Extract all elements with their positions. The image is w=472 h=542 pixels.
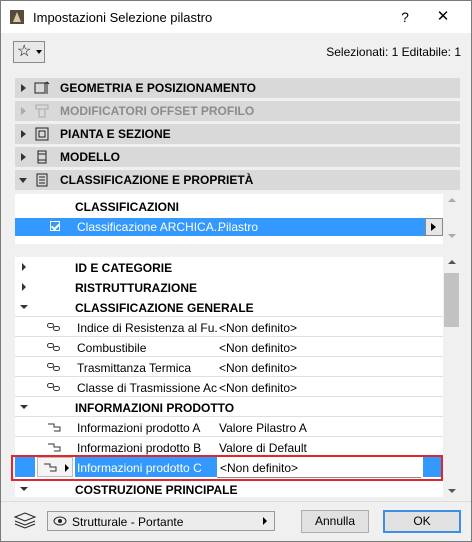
help-button[interactable]: ? [393,7,417,27]
property-row[interactable]: Indice di Resistenza al Fu... <Non defin… [15,317,443,337]
panel-classificazione[interactable]: CLASSIFICAZIONE E PROPRIETÀ [15,170,460,190]
chevron-right-icon [21,84,26,92]
link-icon [47,343,60,351]
classification-icon [34,172,50,188]
selection-info: Selezionati: 1 Editabile: 1 [326,45,461,59]
chevron-down-icon [20,487,28,491]
link-icon [47,383,60,391]
property-value: Valore di Default [219,441,307,455]
classifications-list: CLASSIFICAZIONI Classificazione ARCHICA.… [15,194,444,244]
chevron-down-icon [36,50,42,54]
chevron-right-icon [21,107,26,115]
chevron-right-icon [263,517,267,525]
panel-label: PIANTA E SEZIONE [60,127,171,141]
classification-checkbox[interactable] [50,221,60,231]
layers-icon[interactable] [13,511,37,529]
classifications-scrollbar[interactable] [443,194,460,244]
panel-label: MODIFICATORI OFFSET PROFILO [60,104,255,118]
view-option-select[interactable]: Strutturale - Portante [47,511,275,531]
property-name: Informazioni prodotto A [77,421,201,435]
property-name: Trasmittanza Termica [77,361,192,375]
group-label: CLASSIFICAZIONE GENERALE [75,301,254,315]
property-name: Informazioni prodotto B [77,441,202,455]
window-title: Impostazioni Selezione pilastro [33,10,213,25]
group-costruzione-principale[interactable]: COSTRUZIONE PRINCIPALE [15,479,443,499]
group-label: ID E CATEGORIE [75,261,173,275]
properties-scrollbar[interactable] [443,257,460,497]
chevron-right-icon [22,283,26,291]
property-name: Combustibile [77,341,147,355]
property-row[interactable]: Trasmittanza Termica <Non definito> [15,357,443,377]
cancel-button[interactable]: Annulla [301,510,369,533]
title-bar: Impostazioni Selezione pilastro ? ✕ [1,1,471,33]
column-tool-icon [10,10,24,24]
view-option-label: Strutturale - Portante [72,515,184,529]
custom-property-icon [48,423,61,432]
chevron-down-icon [20,405,28,409]
custom-property-icon [48,443,61,452]
geometry-icon [34,80,50,96]
property-name: Indice di Resistenza al Fu... [77,321,217,335]
panel-label: GEOMETRIA E POSIZIONAMENTO [60,81,257,95]
chevron-down-icon [19,178,27,183]
divider [1,501,471,502]
settings-dialog: Impostazioni Selezione pilastro ? ✕ ☆ Se… [0,0,472,542]
group-label: COSTRUZIONE PRINCIPALE [75,483,238,497]
property-row[interactable]: Informazioni prodotto B Valore di Defaul… [15,437,443,457]
highlight-frame [11,455,443,481]
property-row[interactable]: Combustibile <Non definito> [15,337,443,357]
chevron-down-icon [20,305,28,309]
ok-button[interactable]: OK [383,510,461,533]
scroll-thumb[interactable] [444,273,459,327]
classification-row[interactable]: Classificazione ARCHICA... Pilastro [15,218,443,236]
profile-offset-icon [34,103,50,119]
classifications-heading: CLASSIFICAZIONI [75,200,179,214]
link-icon [47,323,60,331]
panel-geometria[interactable]: GEOMETRIA E POSIZIONAMENTO [15,78,460,98]
panel-label: MODELLO [60,150,120,164]
group-informazioni-prodotto[interactable]: INFORMAZIONI PRODOTTO [15,397,443,417]
group-label: INFORMAZIONI PRODOTTO [75,401,235,415]
scroll-down-icon[interactable] [448,489,456,493]
model-icon [34,149,50,165]
chevron-right-icon [22,263,26,271]
property-row[interactable]: Informazioni prodotto A Valore Pilastro … [15,417,443,437]
scroll-down-icon [448,234,456,238]
classification-name: Classificazione ARCHICA... [77,220,224,234]
classification-more-button[interactable] [425,218,443,236]
group-classificazione-generale[interactable]: CLASSIFICAZIONE GENERALE [15,297,443,317]
chevron-right-icon [21,130,26,138]
star-icon: ☆ [17,43,32,60]
property-value: <Non definito> [219,321,298,335]
panel-pianta-sezione[interactable]: PIANTA E SEZIONE [15,124,460,144]
property-row[interactable]: Classe di Trasmissione Ac... <Non defini… [15,377,443,397]
link-icon [47,363,60,371]
panel-label: CLASSIFICAZIONE E PROPRIETÀ [60,173,254,187]
group-id-categorie[interactable]: ID E CATEGORIE [15,257,443,277]
property-value: <Non definito> [219,381,298,395]
scroll-up-icon [448,198,456,202]
property-value: <Non definito> [219,341,298,355]
group-label: RISTRUTTURAZIONE [75,281,197,295]
chevron-right-icon [21,153,26,161]
eye-icon [53,516,67,526]
property-value: <Non definito> [219,361,298,375]
close-button[interactable]: ✕ [431,7,455,27]
favorites-button[interactable]: ☆ [13,41,45,63]
group-ristrutturazione[interactable]: RISTRUTTURAZIONE [15,277,443,297]
property-name: Classe di Trasmissione Ac... [77,381,217,395]
classification-value: Pilastro [218,220,259,234]
property-value: Valore Pilastro A [219,421,307,435]
scroll-up-icon[interactable] [448,260,456,264]
panel-modificatori: MODIFICATORI OFFSET PROFILO [15,101,460,121]
panel-modello[interactable]: MODELLO [15,147,460,167]
plan-section-icon [34,126,50,142]
